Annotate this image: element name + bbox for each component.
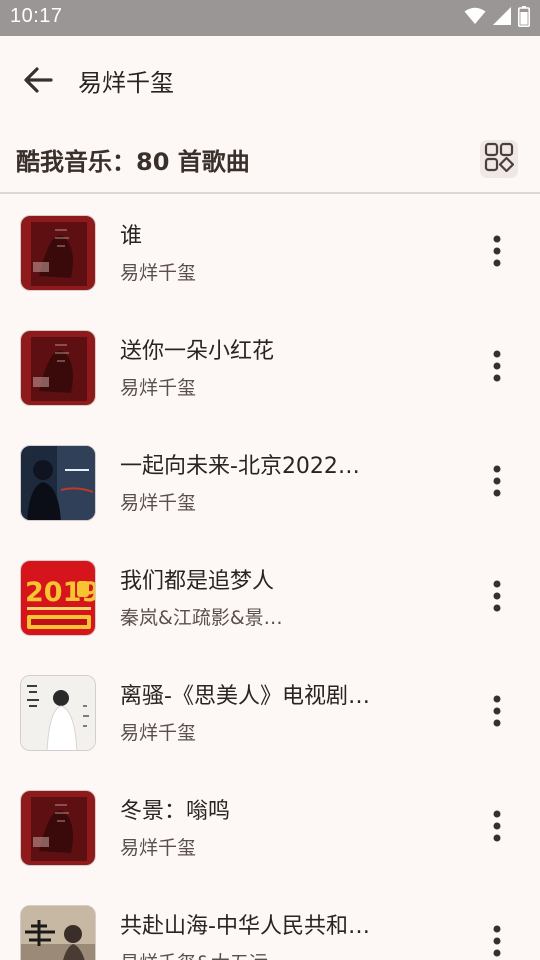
song-artist: 易烊千玺 <box>120 377 197 399</box>
song-artist: 易烊千玺 <box>120 722 197 744</box>
more-options-button[interactable] <box>476 230 518 276</box>
status-icons <box>464 5 530 31</box>
more-vertical-icon <box>492 925 502 960</box>
more-options-button[interactable] <box>476 460 518 506</box>
status-bar: 10:17 <box>0 0 540 36</box>
battery-icon <box>518 5 530 31</box>
song-title: 离骚-《思美人》电视剧… <box>120 684 370 709</box>
song-artist: 秦岚&江疏影&景… <box>120 607 283 629</box>
wifi-icon <box>464 7 486 29</box>
arrow-left-icon <box>22 64 54 100</box>
song-title: 一起向未来-北京2022… <box>120 454 360 479</box>
more-options-button[interactable] <box>476 690 518 736</box>
song-count-title: 酷我音乐：80 首歌曲 <box>16 148 250 176</box>
song-item[interactable]: 冬景：嗡鸣 易烊千玺 <box>0 771 540 886</box>
song-artist: 易烊千玺&大五运 <box>120 948 290 960</box>
album-cover <box>20 790 96 866</box>
song-item[interactable]: 谁 易烊千玺 <box>0 196 540 311</box>
song-artist: 易烊千玺 <box>120 262 197 284</box>
album-cover <box>20 905 96 960</box>
page-title: 易烊千玺 <box>78 69 174 97</box>
song-item[interactable]: 共赴山海-中华人民共和… 易烊千玺&大五运 <box>0 886 540 960</box>
more-options-button[interactable] <box>476 575 518 621</box>
song-artist: 易烊千玺 <box>120 837 197 859</box>
section-header: 酷我音乐：80 首歌曲 <box>0 126 540 194</box>
song-item[interactable]: 离骚-《思美人》电视剧… 易烊千玺 <box>0 656 540 771</box>
song-artist: 易烊千玺 <box>120 492 197 514</box>
song-item[interactable]: 一起向未来-北京2022… 易烊千玺 <box>0 426 540 541</box>
back-button[interactable] <box>14 58 62 106</box>
more-vertical-icon <box>492 350 502 386</box>
album-cover <box>20 675 96 751</box>
more-options-button[interactable] <box>476 920 518 960</box>
song-title: 冬景：嗡鸣 <box>120 799 231 824</box>
song-title: 送你一朵小红花 <box>120 339 275 364</box>
more-vertical-icon <box>492 810 502 846</box>
song-title: 我们都是追梦人 <box>120 569 275 594</box>
more-options-button[interactable] <box>476 805 518 851</box>
app-bar: 易烊千玺 <box>0 36 540 126</box>
more-options-button[interactable] <box>476 345 518 391</box>
grid-view-icon <box>484 142 515 176</box>
song-title: 谁 <box>120 224 143 249</box>
cellular-signal-icon <box>492 6 512 30</box>
song-item[interactable]: 2019 我们都是追梦人 秦岚&江疏影&景… <box>0 541 540 656</box>
album-cover: 2019 <box>20 560 96 636</box>
more-vertical-icon <box>492 235 502 271</box>
album-cover <box>20 445 96 521</box>
song-item[interactable]: 送你一朵小红花 易烊千玺 <box>0 311 540 426</box>
more-vertical-icon <box>492 695 502 731</box>
song-title: 共赴山海-中华人民共和… <box>120 914 370 939</box>
more-vertical-icon <box>492 465 502 501</box>
view-toggle-button[interactable] <box>480 140 518 178</box>
album-cover <box>20 330 96 406</box>
album-cover <box>20 215 96 291</box>
status-time: 10:17 <box>10 5 63 27</box>
more-vertical-icon <box>492 580 502 616</box>
